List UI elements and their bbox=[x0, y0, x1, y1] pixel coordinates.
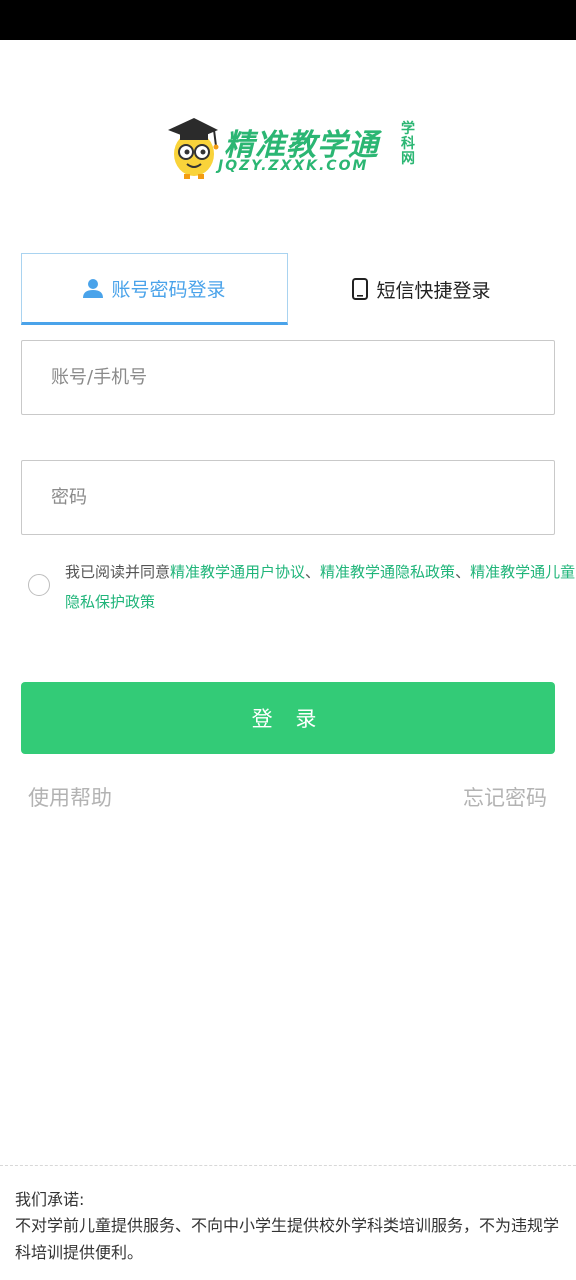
privacy-policy-link[interactable]: 精准教学通隐私政策 bbox=[320, 563, 455, 581]
account-input[interactable] bbox=[22, 341, 554, 414]
tab-sms-login-label: 短信快捷登录 bbox=[376, 279, 491, 302]
logo-side-text: 学科网 bbox=[401, 121, 415, 167]
tab-password-login-label: 账号密码登录 bbox=[111, 278, 226, 301]
footer-promise-title: 我们承诺: bbox=[15, 1190, 85, 1209]
phone-icon bbox=[352, 278, 369, 300]
login-button[interactable]: 登 录 bbox=[21, 682, 555, 754]
agreement-text: 我已阅读并同意精准教学通用户协议、精准教学通隐私政策、精准教学通儿童隐私保护政策 bbox=[65, 557, 576, 617]
status-bar bbox=[0, 0, 576, 40]
account-field bbox=[21, 340, 555, 415]
footer-divider bbox=[0, 1165, 576, 1166]
password-input[interactable] bbox=[22, 461, 554, 534]
forgot-password-link[interactable]: 忘记密码 bbox=[463, 782, 547, 812]
user-agreement-link[interactable]: 精准教学通用户协议 bbox=[170, 563, 305, 581]
footer-promise-text: 不对学前儿童提供服务、不向中小学生提供校外学科类培训服务，不为违规学科培训提供便… bbox=[15, 1216, 560, 1262]
help-link[interactable]: 使用帮助 bbox=[28, 782, 112, 812]
agreement-prefix: 我已阅读并同意 bbox=[65, 563, 171, 581]
user-icon bbox=[83, 279, 104, 298]
mascot-logo-icon bbox=[168, 118, 219, 179]
tab-sms-login[interactable]: 短信快捷登录 bbox=[288, 253, 555, 325]
tab-password-login[interactable]: 账号密码登录 bbox=[21, 253, 288, 325]
agreement-separator: 、 bbox=[305, 563, 321, 581]
login-tabs: 账号密码登录 短信快捷登录 bbox=[21, 253, 555, 325]
app-logo: 精准教学通 JQZY.ZXXK.COM 学科网 bbox=[162, 114, 422, 180]
password-field bbox=[21, 460, 555, 535]
agreement-separator: 、 bbox=[455, 563, 471, 581]
agreement-checkbox[interactable] bbox=[28, 574, 50, 596]
logo-domain: JQZY.ZXXK.COM bbox=[218, 158, 369, 174]
